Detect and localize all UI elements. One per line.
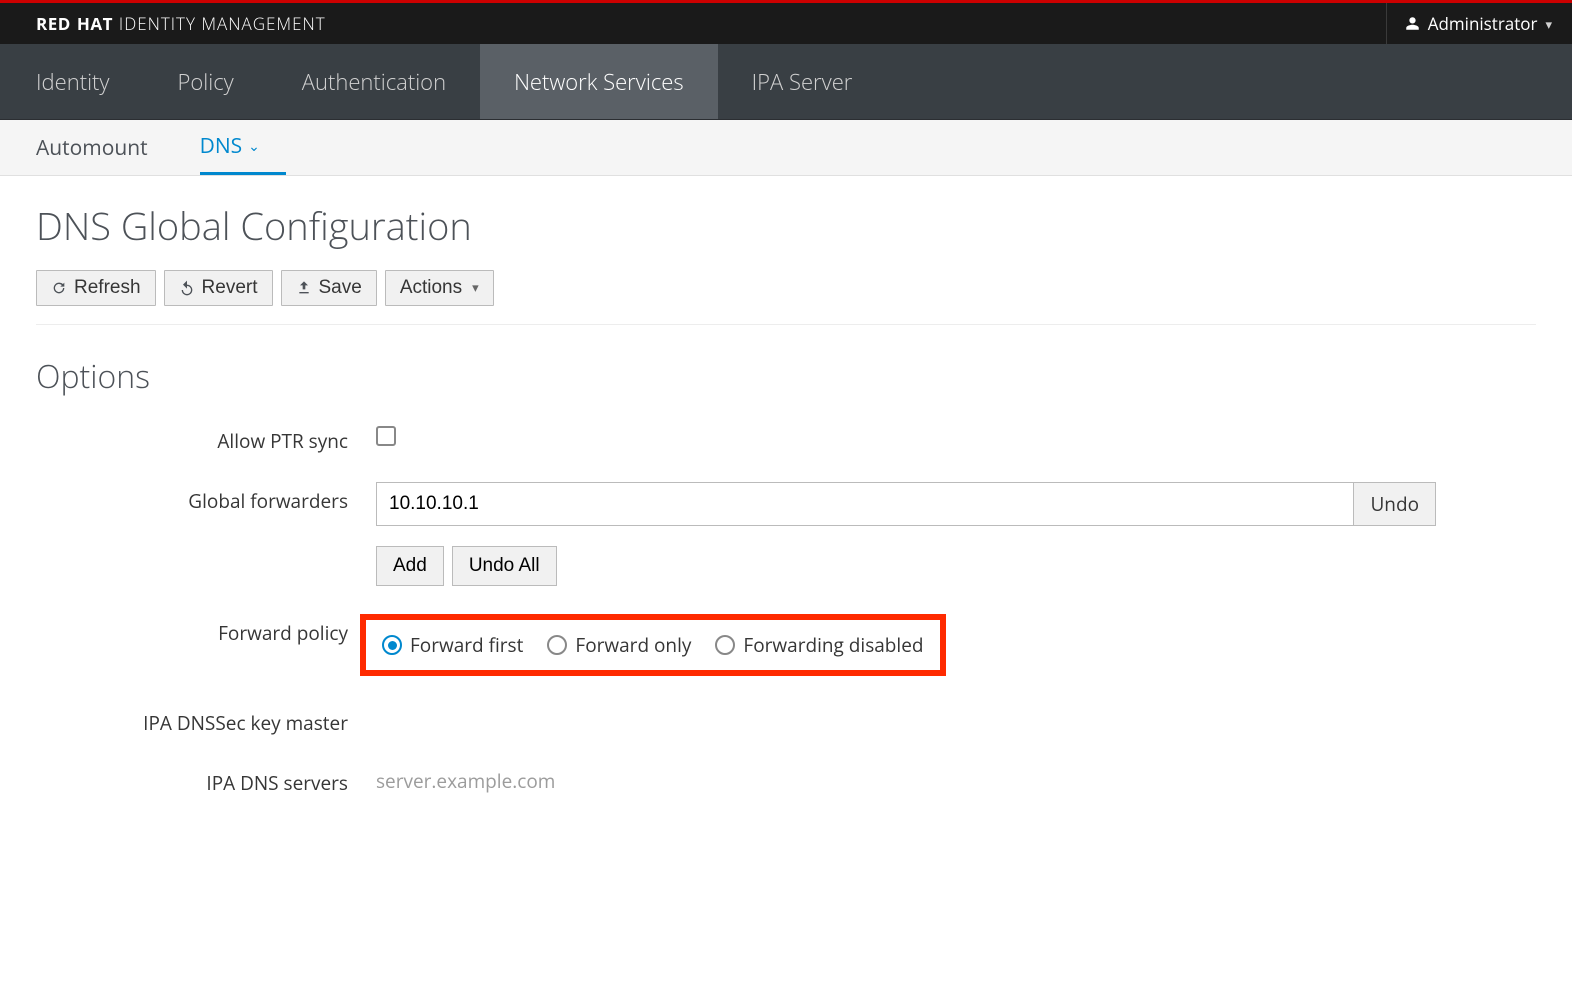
- radio-label: Forward only: [575, 632, 691, 658]
- brand-hat: HAT: [77, 12, 113, 35]
- user-menu[interactable]: Administrator ▾: [1386, 3, 1552, 44]
- label-forward-policy: Forward policy: [36, 614, 376, 646]
- row-dns-servers: IPA DNS servers server.example.com: [36, 764, 1536, 796]
- user-label: Administrator: [1428, 12, 1538, 35]
- nav-label: Policy: [178, 67, 234, 97]
- label-dnssec-key-master: IPA DNSSec key master: [36, 704, 376, 736]
- toolbar: Refresh Revert Save Actions ▾: [36, 270, 1536, 325]
- button-label: Refresh: [74, 277, 141, 299]
- row-forward-policy: Forward policy Forward first Forward onl…: [36, 614, 1536, 676]
- undo-button[interactable]: Undo: [1354, 482, 1436, 526]
- nav-label: Authentication: [302, 67, 446, 97]
- chevron-down-icon: ⌄: [248, 137, 260, 156]
- radio-forward-first[interactable]: Forward first: [382, 632, 523, 658]
- label-dns-servers: IPA DNS servers: [36, 764, 376, 796]
- tab-automount[interactable]: Automount: [36, 120, 174, 175]
- chevron-down-icon: ▾: [472, 280, 479, 296]
- add-button[interactable]: Add: [376, 546, 444, 586]
- nav-ipa-server[interactable]: IPA Server: [718, 44, 887, 119]
- brand-logo: RED HAT IDENTITY MANAGEMENT: [36, 12, 326, 35]
- radio-label: Forward first: [410, 632, 523, 658]
- subnav-label: Automount: [36, 134, 148, 162]
- nav-authentication[interactable]: Authentication: [268, 44, 480, 119]
- value-dns-servers: server.example.com: [376, 764, 555, 794]
- nav-network-services[interactable]: Network Services: [480, 44, 718, 119]
- radio-forwarding-disabled[interactable]: Forwarding disabled: [715, 632, 923, 658]
- brand-rest: IDENTITY MANAGEMENT: [119, 12, 326, 35]
- upload-icon: [296, 280, 312, 296]
- content: DNS Global Configuration Refresh Revert …: [0, 176, 1572, 820]
- topbar: RED HAT IDENTITY MANAGEMENT Administrato…: [0, 0, 1572, 44]
- nav-label: Identity: [36, 67, 110, 97]
- section-title: Options: [36, 355, 1536, 398]
- revert-button[interactable]: Revert: [164, 270, 273, 306]
- radio-icon: [382, 635, 402, 655]
- actions-dropdown[interactable]: Actions ▾: [385, 270, 494, 306]
- nav-identity[interactable]: Identity: [0, 44, 144, 119]
- refresh-button[interactable]: Refresh: [36, 270, 156, 306]
- checkbox-allow-ptr-sync[interactable]: [376, 426, 396, 446]
- forward-policy-highlight: Forward first Forward only Forwarding di…: [360, 614, 946, 676]
- nav-policy[interactable]: Policy: [144, 44, 268, 119]
- radio-icon: [547, 635, 567, 655]
- subnav-label: DNS: [200, 132, 243, 160]
- radio-forward-only[interactable]: Forward only: [547, 632, 691, 658]
- nav-label: IPA Server: [752, 67, 853, 97]
- button-label: Save: [319, 277, 362, 299]
- row-allow-ptr-sync: Allow PTR sync: [36, 422, 1536, 454]
- revert-icon: [179, 280, 195, 296]
- brand-red: RED: [36, 12, 71, 35]
- button-label: Revert: [202, 277, 258, 299]
- radio-icon: [715, 635, 735, 655]
- refresh-icon: [51, 280, 67, 296]
- radio-label: Forwarding disabled: [743, 632, 923, 658]
- label-allow-ptr-sync: Allow PTR sync: [36, 422, 376, 454]
- button-label: Actions: [400, 277, 462, 299]
- sub-nav: Automount DNS ⌄: [0, 120, 1572, 176]
- user-icon: [1405, 16, 1420, 31]
- row-global-forwarders: Global forwarders Undo Add Undo All: [36, 482, 1536, 586]
- chevron-down-icon: ▾: [1545, 15, 1552, 33]
- main-nav: Identity Policy Authentication Network S…: [0, 44, 1572, 120]
- label-global-forwarders: Global forwarders: [36, 482, 376, 514]
- save-button[interactable]: Save: [281, 270, 377, 306]
- input-global-forwarders[interactable]: [376, 482, 1354, 526]
- page-title: DNS Global Configuration: [36, 200, 1536, 252]
- tab-dns[interactable]: DNS ⌄: [200, 120, 286, 175]
- undo-all-button[interactable]: Undo All: [452, 546, 557, 586]
- nav-label: Network Services: [514, 67, 684, 97]
- row-dnssec-key-master: IPA DNSSec key master: [36, 704, 1536, 736]
